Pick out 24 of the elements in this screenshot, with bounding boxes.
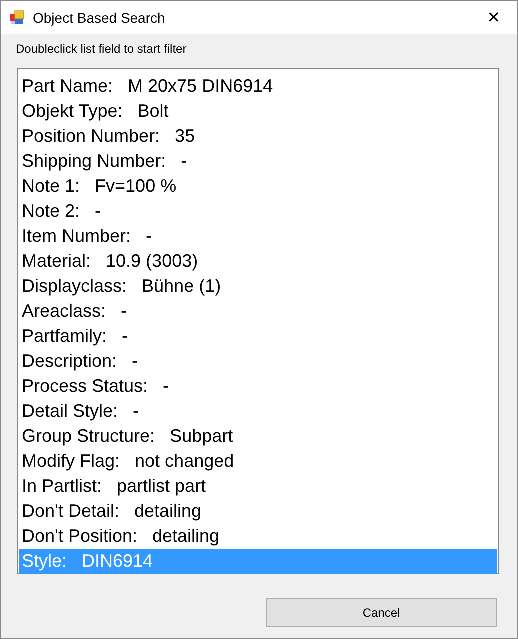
- list-item[interactable]: Don't Position: detailing: [19, 524, 497, 549]
- window-title: Object Based Search: [33, 10, 166, 26]
- list-item[interactable]: Note 1: Fv=100 %: [19, 174, 497, 199]
- list-item[interactable]: Detail Style: -: [19, 399, 497, 424]
- list-item[interactable]: Don't Detail: detailing: [19, 499, 497, 524]
- list-item[interactable]: Part Name: M 20x75 DIN6914: [19, 74, 497, 99]
- instruction-text: Doubleclick list field to start filter: [16, 42, 188, 58]
- cancel-button[interactable]: Cancel: [266, 598, 497, 627]
- list-item[interactable]: Partfamily: -: [19, 324, 497, 349]
- list-item[interactable]: Displayclass: Bühne (1): [19, 274, 497, 299]
- list-item[interactable]: Modify Flag: not changed: [19, 449, 497, 474]
- list-item[interactable]: Shipping Number: -: [19, 149, 497, 174]
- list-item[interactable]: Areaclass: -: [19, 299, 497, 324]
- list-item[interactable]: Material: 10.9 (3003): [19, 249, 497, 274]
- list-item[interactable]: Group Structure: Subpart: [19, 424, 497, 449]
- list-item[interactable]: In Partlist: partlist part: [19, 474, 497, 499]
- list-item[interactable]: Description: -: [19, 349, 497, 374]
- list-item[interactable]: Process Status: -: [19, 374, 497, 399]
- list-item[interactable]: Objekt Type: Bolt: [19, 99, 497, 124]
- app-icon: [9, 10, 25, 26]
- close-button[interactable]: ✕: [471, 1, 517, 34]
- list-item[interactable]: Position Number: 35: [19, 124, 497, 149]
- list-item[interactable]: Note 2: -: [19, 199, 497, 224]
- list-item[interactable]: Item Number: -: [19, 224, 497, 249]
